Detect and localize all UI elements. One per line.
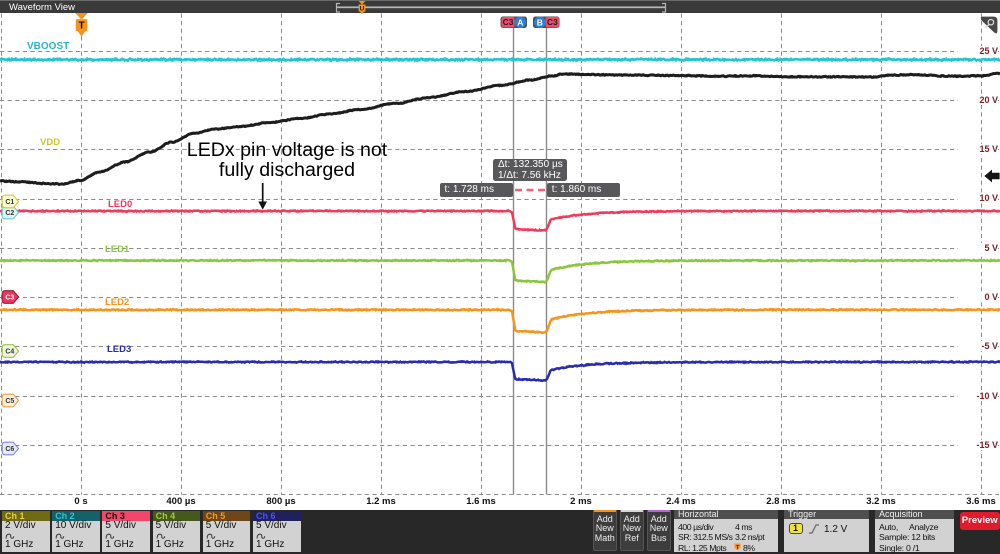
- svg-text:C3: C3: [503, 17, 514, 27]
- svg-text:C3: C3: [547, 17, 558, 27]
- svg-text:C6: C6: [5, 446, 14, 453]
- svg-text:A: A: [517, 17, 523, 27]
- svg-text:C4: C4: [5, 349, 14, 356]
- svg-text:T: T: [78, 21, 84, 32]
- svg-text:C3: C3: [5, 295, 14, 302]
- svg-text:U: U: [360, 6, 365, 13]
- svg-text:C2: C2: [5, 210, 14, 217]
- svg-text:B: B: [537, 17, 543, 27]
- svg-text:C5: C5: [5, 398, 14, 405]
- svg-text:C1: C1: [5, 199, 14, 206]
